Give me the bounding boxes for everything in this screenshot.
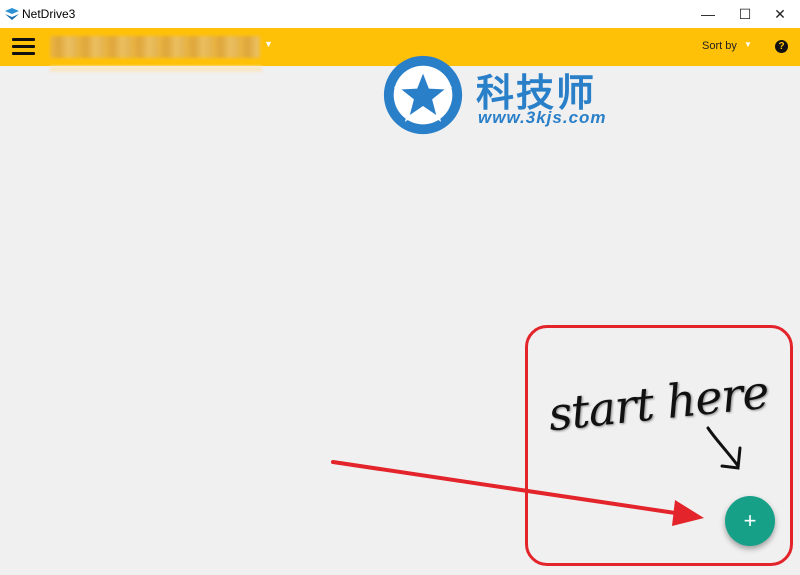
sort-chevron-down-icon[interactable]: ▼ <box>744 40 752 49</box>
hamburger-icon[interactable] <box>12 38 35 56</box>
account-selector-shadow <box>50 66 262 72</box>
minimize-button[interactable]: — <box>690 0 726 28</box>
window-title: NetDrive3 <box>22 7 76 21</box>
watermark-url-text: www.3kjs.com <box>478 108 607 127</box>
chevron-down-icon[interactable]: ▼ <box>264 39 273 49</box>
close-button[interactable]: ✕ <box>762 0 798 28</box>
add-drive-button[interactable]: + <box>725 496 775 546</box>
maximize-button[interactable]: ☐ <box>727 0 763 28</box>
account-selector-blurred[interactable] <box>50 36 260 58</box>
netdrive-logo-icon <box>5 8 19 20</box>
title-bar: NetDrive3 — ☐ ✕ <box>0 0 800 28</box>
sort-by-button[interactable]: Sort by <box>702 40 737 52</box>
help-icon[interactable]: ? <box>775 40 788 53</box>
watermark-star-logo-icon <box>383 55 463 135</box>
